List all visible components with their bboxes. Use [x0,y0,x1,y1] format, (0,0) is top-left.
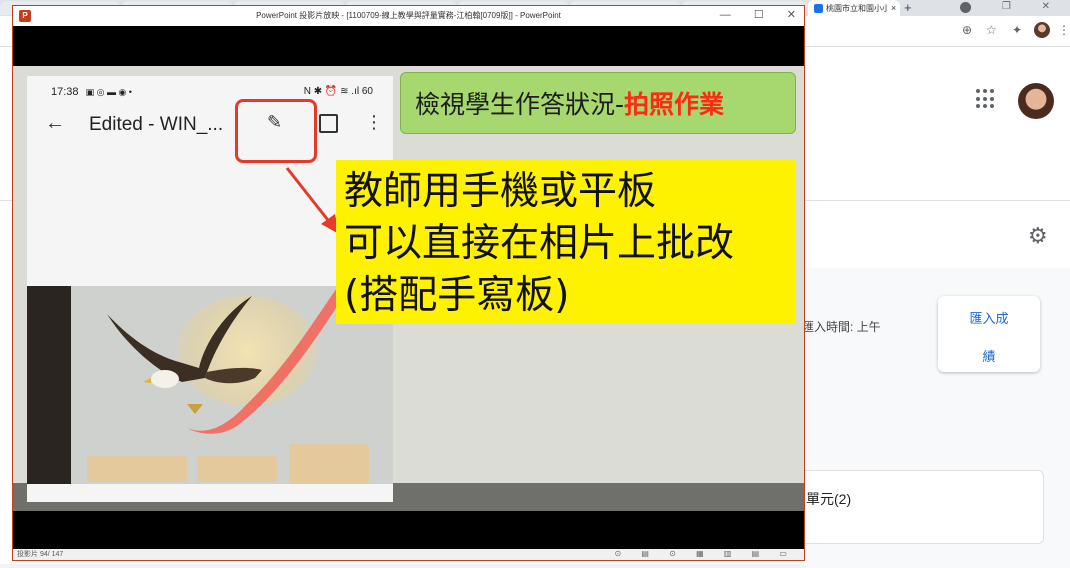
window-title: PowerPoint 投影片放映 - [1100709-線上教學與評量實務-江柏… [256,11,561,20]
slide-title-prefix: 檢視學生作答狀況- [415,90,625,119]
import-grades-button[interactable]: 匯入成 績 [938,296,1040,372]
chrome-menu-icon[interactable]: ⋮ [1058,23,1070,37]
edit-icon-highlight [235,99,317,163]
close-button[interactable]: ✕ [787,9,796,21]
import-button-label: 績 [982,349,996,364]
import-button-label: 匯入成 [969,311,1009,326]
eagle-illustration [107,288,345,434]
account-avatar[interactable] [1018,83,1054,119]
tab-close-icon[interactable]: × [891,3,896,13]
unit-label: 單元(2) [806,491,852,507]
slideshow-controls[interactable]: ⊙ ▤ ⊙ ▦ ▥ ▤ ▭ [614,549,796,558]
zoom-icon[interactable]: ⊕ [962,23,972,37]
phone-status-icons: N ✱ ⏰ ≋ .ıl 60 [303,86,373,97]
phone-status-time: 17:38 ▣ ◎ ▬ ◉ • [51,86,132,98]
notification-icons: ▣ ◎ ▬ ◉ • [85,87,132,97]
new-tab-button[interactable]: + [904,0,912,15]
browser-active-tab[interactable]: 桃園市立和園小小 × [808,0,900,16]
apps-icon[interactable] [976,89,996,109]
callout-line: (搭配手寫板) [344,273,570,318]
slide-title: 檢視學生作答狀況- 拍照作業 [400,72,796,134]
slide-callout: 教師用手機或平板 可以直接在相片上批改 (搭配手寫板) [336,160,796,324]
back-arrow-icon: ← [45,112,65,134]
minimize-button[interactable]: — [720,9,731,21]
import-time-label: 匯入時間: 上午 [802,320,881,334]
browser-profile-avatar[interactable] [1034,22,1050,38]
powerpoint-slideshow-window: P PowerPoint 投影片放映 - [1100709-線上教學與評量實務-… [12,5,805,561]
slide-counter: 投影片 94/ 147 [17,551,64,558]
extension-icon[interactable]: ✦ [1012,23,1022,37]
browser-window-controls[interactable]: — ❐ ✕ [961,1,1064,12]
settings-icon[interactable]: ⚙ [1028,223,1048,249]
window-controls: — ☐ ✕ [700,8,796,21]
slide-title-highlight: 拍照作業 [624,90,725,119]
maximize-button[interactable]: ☐ [754,9,764,21]
open-in-new-icon [319,114,338,133]
classroom-favicon-icon [814,3,823,13]
active-tab-title: 桃園市立和園小小 [826,3,888,13]
slide[interactable]: 17:38 ▣ ◎ ▬ ◉ • N ✱ ⏰ ≋ .ıl 60 ← Edited … [13,66,804,511]
phone-file-title: Edited - WIN_... [89,114,224,135]
star-icon[interactable]: ☆ [986,23,997,37]
powerpoint-title-bar: P PowerPoint 投影片放映 - [1100709-線上教學與評量實務-… [13,6,804,26]
more-vert-icon: ⋮ [365,112,383,132]
pointer-arrow-icon [285,167,339,234]
callout-line: 教師用手機或平板 [344,169,657,214]
callout-line: 可以直接在相片上批改 [344,221,735,266]
slideshow-status-bar: 投影片 94/ 147 ⊙ ▤ ⊙ ▦ ▥ ▤ ▭ [13,549,804,560]
